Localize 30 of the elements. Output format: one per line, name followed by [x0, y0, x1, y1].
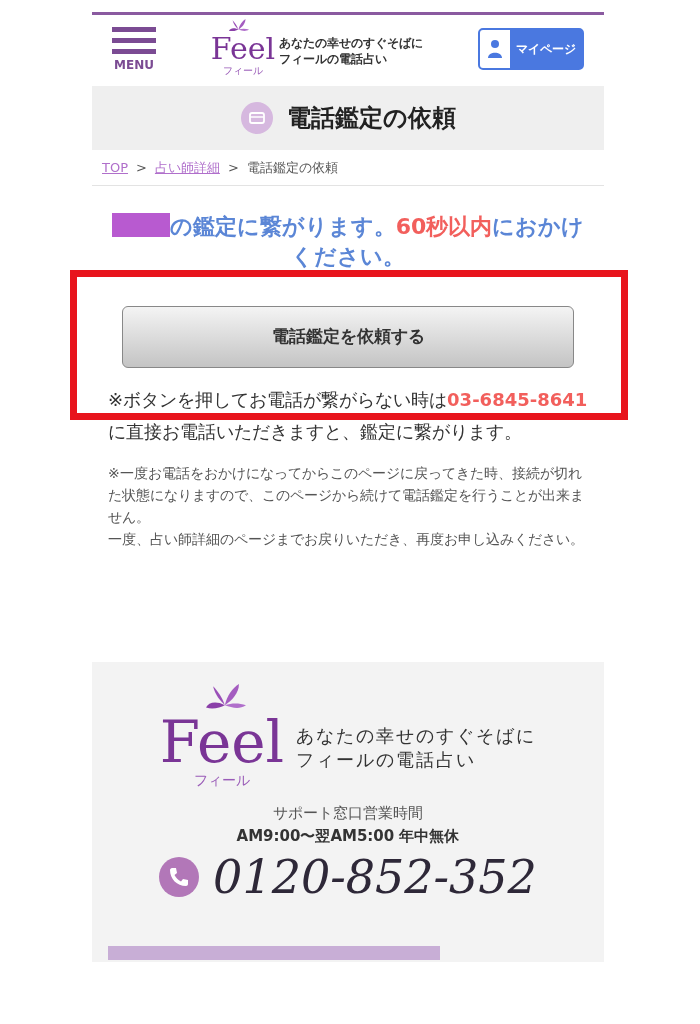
notice-text: ※一度お電話をおかけになってからこのページに戻ってきた時、接続が切れた状態になりますので、このページから続けて電話鑑定を行うことが出来ません。 [108, 464, 585, 527]
logo-tagline: あなたの幸せのすぐそばに [296, 724, 537, 748]
phone-icon [159, 857, 200, 897]
logo-tagline: フィールの電話占い [296, 748, 478, 772]
breadcrumb-link[interactable]: TOP [102, 157, 128, 178]
flower-icon [228, 18, 249, 32]
logo-wordmark: Feel [159, 712, 285, 772]
mypage-button[interactable]: マイページ [478, 28, 584, 70]
logo-wordmark: Feel [210, 32, 276, 65]
logo-tagline: フィールの電話占い [279, 50, 389, 67]
user-icon [487, 39, 503, 59]
request-button[interactable]: 電話鑑定を依頼する [122, 306, 574, 368]
logo-kana: フィール [194, 772, 250, 788]
hours-text: AM9:00〜翌AM5:00 年中無休 [236, 825, 460, 847]
flower-icon [205, 684, 246, 710]
card-icon [240, 102, 273, 134]
breadcrumb-separator: > [136, 158, 147, 177]
breadcrumb-current: 電話鑑定の依頼 [246, 158, 338, 177]
menu-icon [112, 27, 156, 55]
logo-kana: フィール [223, 64, 263, 76]
breadcrumb-link[interactable]: 占い師詳細 [154, 157, 220, 178]
menu-button[interactable]: MENU [112, 27, 156, 71]
connect-message: の鑑定に繋がります。60秒以内におかけください。 [92, 212, 604, 272]
notice-text: 一度、占い師詳細のページまでお戻りいただき、再度お申し込みください。 [108, 530, 585, 549]
logo-tagline: あなたの幸せのすぐそばに [279, 34, 424, 51]
hours-title: サポート窓口営業時間 [273, 803, 423, 824]
phone-number: 0120-852-352 [213, 849, 537, 905]
breadcrumb-separator: > [227, 158, 239, 177]
page-title: 電話鑑定の依頼 [286, 102, 456, 134]
fallback-note: ※ボタンを押してお電話が繋がらない時は03-6845-8641 に直接お電話いただきますと、鑑定に繋がります。 [107, 388, 589, 444]
